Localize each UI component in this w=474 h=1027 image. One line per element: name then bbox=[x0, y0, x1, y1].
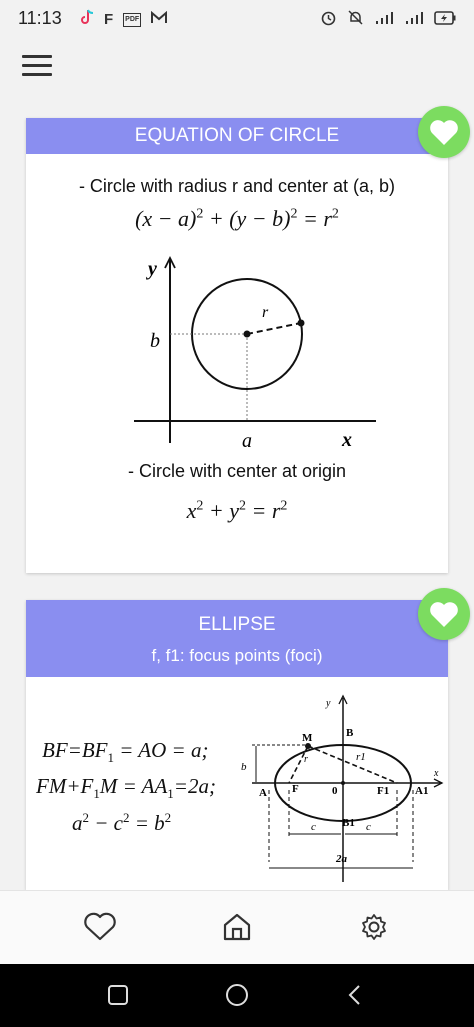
label-f: F bbox=[292, 783, 299, 795]
status-bar: 11:13 F PDF bbox=[0, 0, 474, 40]
y-axis-label: y bbox=[146, 258, 157, 280]
origin-circle-formula: x2 + y2 = r2 bbox=[26, 498, 448, 524]
home-circle-icon bbox=[226, 984, 248, 1006]
formula-exp: 2 bbox=[238, 498, 246, 514]
signal-icon bbox=[374, 11, 394, 30]
label-r: r bbox=[304, 754, 308, 765]
status-right-icons bbox=[320, 9, 456, 31]
heart-icon bbox=[84, 912, 116, 941]
a-label: a bbox=[242, 430, 252, 452]
circle-card-header: EQUATION OF CIRCLE bbox=[26, 118, 448, 154]
signal-icon bbox=[404, 11, 424, 30]
back-icon bbox=[348, 985, 360, 1005]
label-origin: 0 bbox=[332, 785, 338, 797]
pdf-icon: PDF bbox=[123, 12, 142, 27]
gear-icon bbox=[362, 914, 386, 940]
favorite-button[interactable] bbox=[418, 106, 470, 158]
label-a: A bbox=[259, 787, 267, 799]
ellipse-card: ELLIPSE f, f1: focus points (foci) BF=BF… bbox=[26, 600, 448, 890]
f-icon: F bbox=[104, 11, 114, 28]
label-c-left: c bbox=[311, 821, 316, 833]
menu-button[interactable] bbox=[22, 55, 52, 79]
gmail-icon bbox=[151, 10, 168, 29]
system-navigation-bar bbox=[0, 964, 474, 1027]
label-c-right: c bbox=[366, 821, 371, 833]
circle-description: - Circle with radius r and center at (a,… bbox=[78, 176, 396, 196]
formula-part: = r bbox=[245, 498, 281, 523]
label-f1: F1 bbox=[377, 785, 389, 797]
formula-part: x bbox=[186, 498, 197, 523]
system-home-button[interactable] bbox=[222, 980, 252, 1010]
formula-exp: 2 bbox=[331, 206, 339, 222]
favorite-button[interactable] bbox=[418, 588, 470, 640]
circle-diagram: y x b a r bbox=[134, 255, 376, 452]
ellipse-y-label: y bbox=[325, 698, 331, 709]
origin-point bbox=[341, 781, 345, 785]
label-b1: B1 bbox=[342, 817, 355, 829]
recent-apps-button[interactable] bbox=[103, 980, 133, 1010]
bottom-navigation bbox=[0, 890, 474, 964]
radius-line bbox=[246, 322, 302, 335]
radius-point bbox=[297, 319, 305, 327]
circle-card: EQUATION OF CIRCLE - Circle with radius … bbox=[26, 118, 448, 573]
heart-icon bbox=[430, 119, 458, 145]
back-button[interactable] bbox=[340, 980, 370, 1010]
center-point bbox=[243, 330, 251, 338]
nav-home[interactable] bbox=[219, 909, 255, 945]
formula-part: + y bbox=[203, 498, 239, 523]
home-icon bbox=[223, 913, 251, 941]
hamburger-icon bbox=[22, 55, 52, 58]
nav-favorites[interactable] bbox=[82, 909, 118, 945]
nav-settings[interactable] bbox=[356, 909, 392, 945]
ellipse-diagram: y x M B r r1 b A F 0 F1 A1 c B1 c 2a bbox=[241, 694, 444, 882]
hamburger-line bbox=[22, 73, 52, 76]
r-label: r bbox=[262, 304, 269, 321]
circle-general-formula: (x − a)2 + (y − b)2 = r2 bbox=[26, 206, 448, 232]
formula-part: = r bbox=[297, 206, 332, 231]
formula-exp: 2 bbox=[280, 498, 288, 514]
alarm-icon bbox=[320, 9, 337, 31]
mute-icon bbox=[347, 9, 364, 31]
tiktok-icon bbox=[80, 9, 94, 30]
formula-part: (x − a) bbox=[135, 206, 197, 231]
battery-icon bbox=[434, 10, 456, 30]
origin-circle-description: - Circle with center at origin bbox=[127, 461, 347, 481]
label-2a: 2a bbox=[335, 853, 348, 865]
label-b: B bbox=[346, 727, 354, 739]
label-r1: r1 bbox=[356, 751, 366, 763]
x-axis-label: x bbox=[341, 429, 352, 451]
heart-icon bbox=[430, 601, 458, 627]
label-m: M bbox=[302, 732, 313, 744]
formula-part: + (y − b) bbox=[203, 206, 291, 231]
label-a1: A1 bbox=[415, 785, 428, 797]
recent-apps-icon bbox=[108, 985, 128, 1005]
status-left-icons: F PDF bbox=[80, 9, 168, 30]
hamburger-line bbox=[22, 64, 52, 67]
ellipse-x-label: x bbox=[433, 768, 439, 779]
status-time: 11:13 bbox=[18, 8, 62, 28]
b-label: b bbox=[150, 330, 160, 352]
label-b-dim: b bbox=[241, 761, 247, 773]
